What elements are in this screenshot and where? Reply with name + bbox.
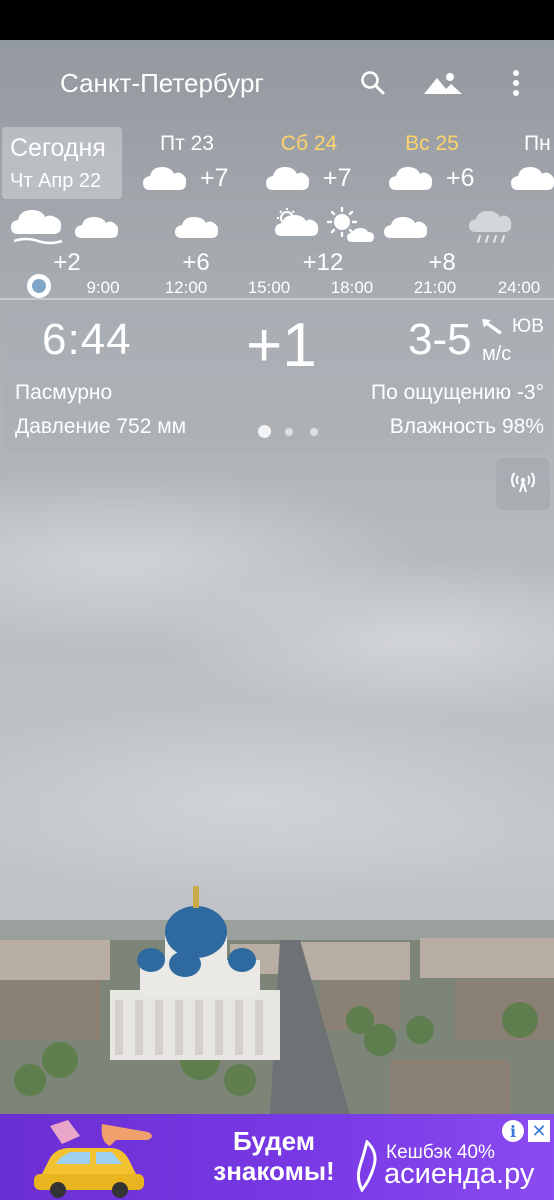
day-temp: +7 — [323, 164, 352, 192]
wind-speed: 3-5 — [408, 315, 472, 364]
today-date: Чт Апр 22 — [10, 170, 102, 192]
page-indicator-active[interactable] — [258, 425, 271, 438]
day-temp: +7 — [200, 164, 229, 192]
day-temp: +6 — [446, 164, 475, 192]
humidity: Влажность 98% — [389, 415, 544, 438]
sun-icon — [326, 206, 376, 249]
day-name[interactable]: Сб 24 — [259, 132, 359, 156]
page-indicator[interactable] — [310, 428, 318, 436]
day-name[interactable]: Вс 25 — [382, 132, 482, 156]
wind-direction-arrow-icon — [480, 317, 506, 342]
hour-label: 15:00 — [247, 278, 291, 297]
hour-label: 24:00 — [497, 278, 541, 297]
cloud-icon — [74, 214, 120, 245]
condition-text: Пасмурно — [15, 381, 113, 404]
hour-label: 18:00 — [330, 278, 374, 297]
current-time: 6:44 — [42, 315, 132, 364]
now-indicator — [27, 274, 51, 298]
ad-headline[interactable]: Будем знакомы! — [204, 1126, 344, 1186]
ad-close-icon[interactable]: ✕ — [528, 1120, 550, 1142]
radar-icon — [510, 470, 536, 499]
hour-label: 21:00 — [413, 278, 457, 297]
page-indicator[interactable] — [285, 428, 293, 436]
day-name[interactable]: Пн — [500, 132, 554, 156]
mountain-icon[interactable] — [420, 66, 466, 100]
radar-button[interactable] — [496, 458, 550, 510]
now-indicator-inner — [32, 279, 46, 293]
today-title: Сегодня — [10, 134, 106, 162]
rain-cloud-icon — [468, 208, 512, 251]
status-bar — [0, 0, 554, 40]
pressure: Давление 752 мм — [15, 415, 187, 438]
divider — [0, 298, 554, 300]
sun-cloud-icon — [274, 208, 320, 243]
wind-direction: ЮВ — [512, 316, 544, 337]
hour-temp: +2 — [53, 249, 81, 276]
city-background-photo — [0, 880, 554, 1115]
hour-temp: +8 — [428, 249, 456, 276]
feels-like: По ощущению -3° — [370, 381, 544, 404]
hour-label: 12:00 — [164, 278, 208, 297]
hour-label: 9:00 — [86, 278, 120, 297]
taxi-car-icon — [20, 1118, 160, 1198]
cloud-icon — [510, 164, 554, 197]
cloud-icon — [142, 164, 188, 197]
day-name[interactable]: Пт 23 — [137, 132, 237, 156]
cloud-icon — [174, 214, 220, 245]
ad-info-icon[interactable]: i — [502, 1120, 524, 1142]
cloud-icon — [265, 164, 311, 197]
fog-cloud-icon — [10, 206, 66, 255]
ad-brand[interactable]: асиенда.ру — [384, 1158, 534, 1191]
current-temp: +1 — [246, 311, 317, 380]
wind-unit: м/с — [482, 343, 512, 365]
search-icon[interactable] — [356, 66, 390, 100]
more-vert-icon[interactable] — [506, 66, 526, 100]
wallet-icon — [352, 1139, 382, 1197]
cloud-icon — [383, 214, 429, 245]
hour-temp: +6 — [182, 249, 210, 276]
cloud-icon — [388, 164, 434, 197]
hour-temp: +12 — [302, 249, 344, 276]
city-title[interactable]: Санкт-Петербург — [60, 68, 264, 99]
